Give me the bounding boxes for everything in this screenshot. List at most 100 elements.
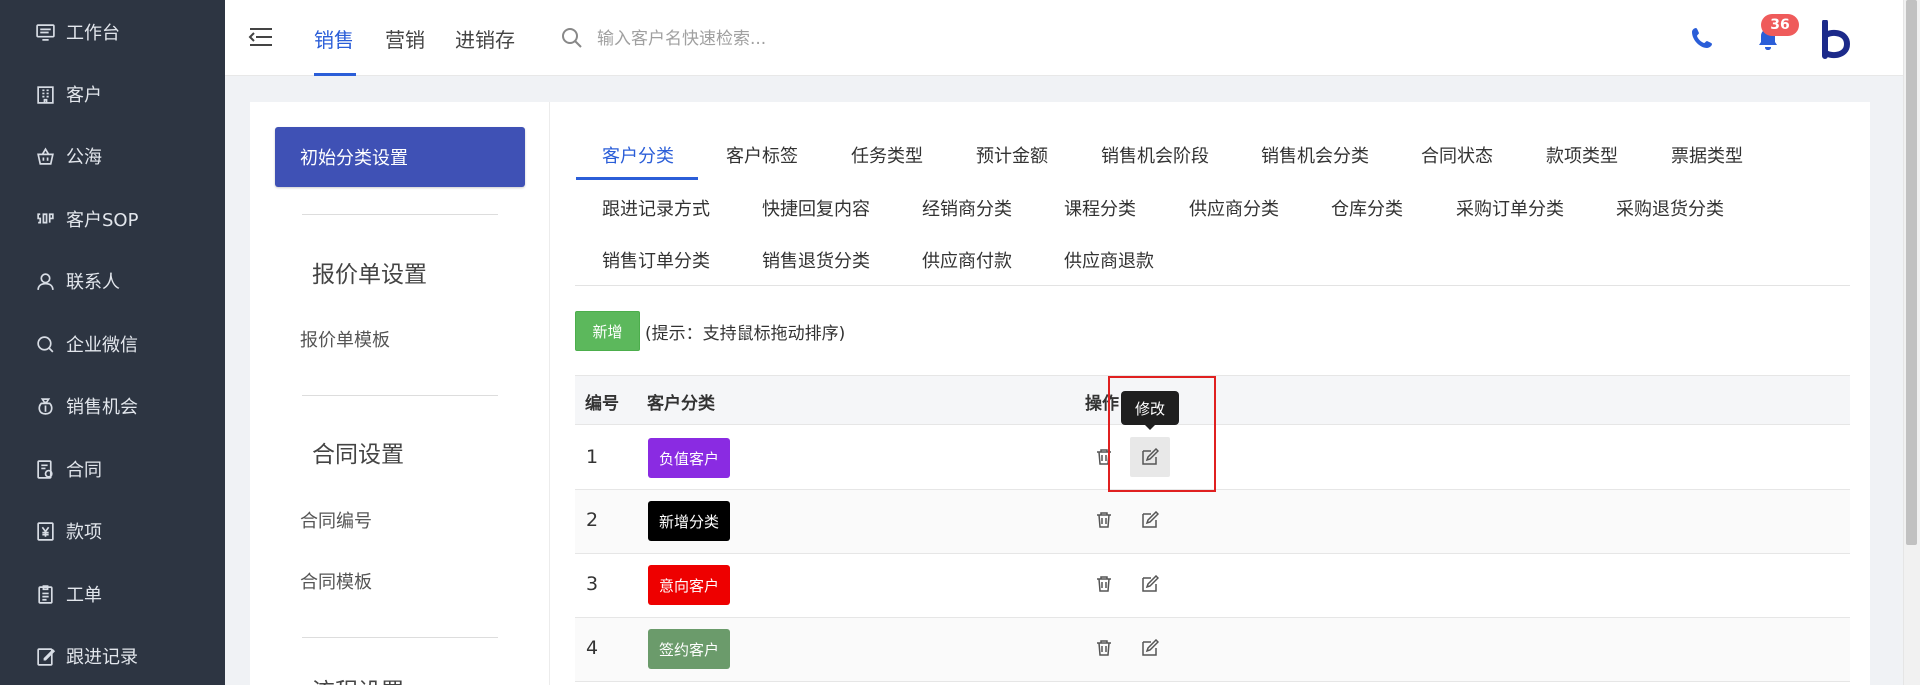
tab-task-type[interactable]: 任务类型 [851,142,923,168]
tab-opportunity-category[interactable]: 销售机会分类 [1261,142,1369,168]
sidebar-item-payment[interactable]: 款项 [0,511,225,551]
row-number: 4 [586,637,599,659]
sidebar-item-wecom[interactable]: 企业微信 [0,324,225,364]
row-number: 3 [586,573,599,595]
tab-supplier-category[interactable]: 供应商分类 [1189,195,1279,221]
contract-icon [34,458,56,480]
tab-warehouse-category[interactable]: 仓库分类 [1331,195,1403,221]
sidebar-item-workbench[interactable]: 工作台 [0,12,225,52]
phone-icon[interactable] [1690,26,1714,50]
left-menu-quotation-template[interactable]: 报价单模板 [300,326,390,352]
tab-opportunity-stage[interactable]: 销售机会阶段 [1101,142,1209,168]
sidebar-item-label: 合同 [66,460,102,481]
sidebar-item-label: 公海 [66,147,102,168]
brand-logo-icon[interactable] [1821,20,1853,60]
column-header-number: 编号 [585,394,619,414]
sidebar-item-label: 客户SOP [66,210,139,231]
search-icon [562,28,582,48]
left-menu-divider [302,214,498,215]
row-number: 2 [586,509,599,531]
sidebar-item-customer-sop[interactable]: 客户SOP [0,199,225,239]
left-menu-divider [302,395,498,396]
tab-customer-category[interactable]: 客户分类 [602,142,674,168]
sidebar-item-label: 工单 [66,585,102,606]
sidebar-item-label: 联系人 [66,272,120,293]
table-row[interactable] [575,554,1850,618]
tab-purchase-order-category[interactable]: 采购订单分类 [1456,195,1564,221]
tab-sales[interactable]: 销售 [314,24,354,53]
delete-icon[interactable] [1093,637,1115,659]
clipboard-icon [34,583,56,605]
menu-toggle-icon[interactable] [247,26,273,48]
building-icon [34,83,56,105]
yen-icon [34,520,56,542]
category-tag: 意向客户 [648,565,731,605]
sidebar-item-label: 工作台 [66,23,120,44]
sidebar-item-public-pool[interactable]: 公海 [0,136,225,176]
panel-divider [549,102,550,685]
sidebar-item-contacts[interactable]: 联系人 [0,261,225,301]
user-icon [34,270,56,292]
sidebar-item-follow-up[interactable]: 跟进记录 [0,636,225,676]
basket-icon [34,145,56,167]
table-row[interactable] [575,618,1850,682]
sidebar-item-label: 企业微信 [66,335,138,356]
edit-icon[interactable] [1139,637,1161,659]
monitor-icon [34,21,56,43]
tab-marketing[interactable]: 营销 [385,24,425,53]
sop-icon [34,208,56,230]
category-tag: 负值客户 [648,438,731,478]
column-header-category: 客户分类 [647,394,715,414]
sidebar-item-customer[interactable]: 客户 [0,74,225,114]
tab-inventory[interactable]: 进销存 [455,24,515,53]
sidebar-item-label: 跟进记录 [66,647,138,668]
delete-icon[interactable] [1093,509,1115,531]
left-menu-divider [302,637,498,638]
tab-course-category[interactable]: 课程分类 [1064,195,1136,221]
tab-quick-reply[interactable]: 快捷回复内容 [762,195,870,221]
section-heading-contract: 合同设置 [312,442,404,468]
sidebar-item-contract[interactable]: 合同 [0,449,225,489]
left-menu-initial-category[interactable]: 初始分类设置 [275,127,525,187]
row-number: 1 [586,446,599,468]
active-tab-indicator [314,73,356,76]
edit-icon[interactable] [1139,509,1161,531]
top-bar: 销售 营销 进销存 36 [225,0,1920,76]
delete-icon[interactable] [1093,573,1115,595]
sidebar: 工作台 客户 公海 客户SOP 联系人 企业微信 销售机会 合同 款项 工单 跟… [0,0,225,685]
chat-bubble-icon [34,333,56,355]
edit-icon[interactable] [1139,573,1161,595]
tabs-divider [575,285,1850,286]
left-menu-contract-number[interactable]: 合同编号 [300,507,372,533]
tab-payment-type[interactable]: 款项类型 [1546,142,1618,168]
sidebar-item-label: 销售机会 [66,397,138,418]
tab-customer-tag[interactable]: 客户标签 [726,142,798,168]
tab-sales-return-category[interactable]: 销售退货分类 [762,247,870,273]
tab-contract-status[interactable]: 合同状态 [1421,142,1493,168]
scrollbar-thumb[interactable] [1906,0,1917,545]
edit-note-icon [34,645,56,667]
add-button[interactable]: 新增 [575,311,640,351]
sidebar-item-label: 款项 [66,522,102,543]
tab-purchase-return-category[interactable]: 采购退货分类 [1616,195,1724,221]
tab-dealer-category[interactable]: 经销商分类 [922,195,1012,221]
highlight-annotation [1108,376,1216,492]
tab-estimated-amount[interactable]: 预计金额 [976,142,1048,168]
sidebar-item-work-order[interactable]: 工单 [0,574,225,614]
notification-badge: 36 [1761,14,1799,36]
tab-supplier-payment[interactable]: 供应商付款 [922,247,1012,273]
money-bag-icon [34,395,56,417]
section-heading-process: 流程设置 [312,672,404,685]
search-input[interactable] [597,22,1017,56]
tab-invoice-type[interactable]: 票据类型 [1671,142,1743,168]
table-row[interactable] [575,490,1850,554]
sidebar-item-sales-opportunity[interactable]: 销售机会 [0,386,225,426]
left-menu-contract-template[interactable]: 合同模板 [300,568,372,594]
section-heading-quotation: 报价单设置 [312,262,427,288]
tab-follow-up-method[interactable]: 跟进记录方式 [602,195,710,221]
sidebar-item-label: 客户 [66,85,102,106]
category-tab-indicator [576,177,698,180]
tab-sales-order-category[interactable]: 销售订单分类 [602,247,710,273]
tab-supplier-refund[interactable]: 供应商退款 [1064,247,1154,273]
drag-sort-hint: (提示：支持鼠标拖动排序) [645,324,846,344]
